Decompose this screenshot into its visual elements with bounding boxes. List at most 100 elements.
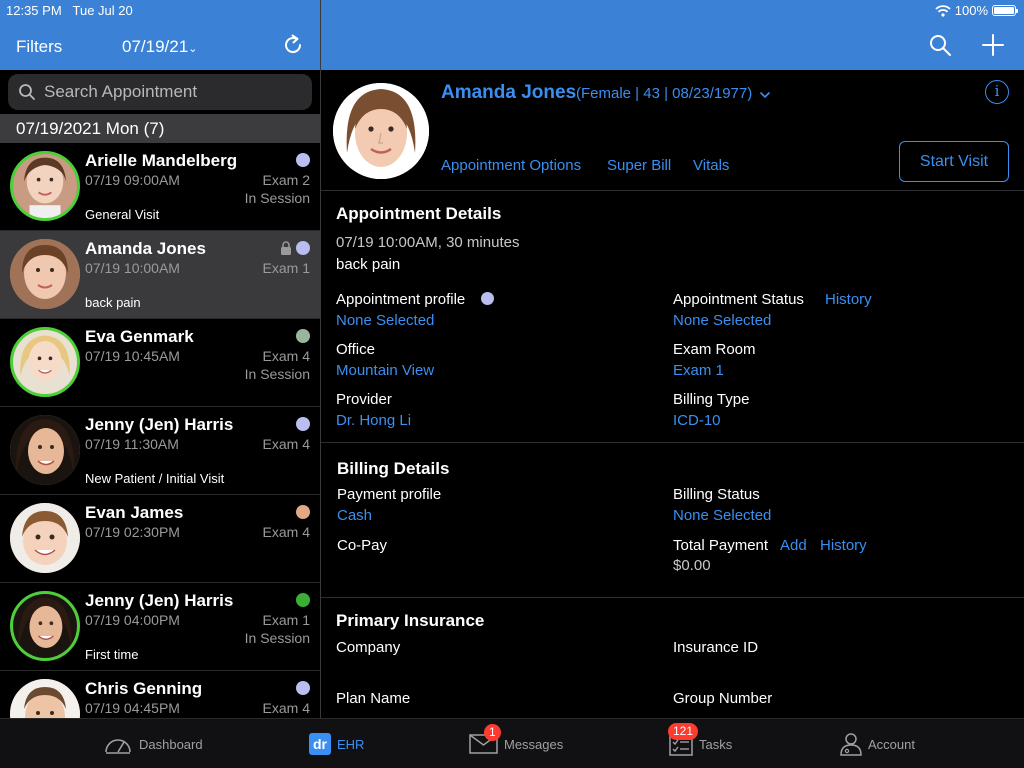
tab-ehr-label: EHR xyxy=(337,736,365,752)
office-value[interactable]: Mountain View xyxy=(336,362,434,379)
appointment-reason: New Patient / Initial Visit xyxy=(85,471,225,486)
total-payment-history-link[interactable]: History xyxy=(820,537,867,554)
chevron-down-icon[interactable] xyxy=(760,90,770,100)
appointment-details-title: Appointment Details xyxy=(336,204,502,223)
appointment-profile-label: Appointment profile xyxy=(336,291,466,308)
appointment-session: In Session xyxy=(244,366,310,382)
section-divider xyxy=(321,190,1024,191)
appointment-profile-dot xyxy=(481,292,494,305)
wifi-icon xyxy=(935,4,951,17)
appointment-options-link[interactable]: Appointment Options xyxy=(441,157,581,174)
office-label: Office xyxy=(336,341,375,358)
appointment-status-value[interactable]: None Selected xyxy=(673,312,771,329)
appointment-room: Exam 4 xyxy=(262,700,310,716)
appointment-session: In Session xyxy=(244,630,310,646)
section-divider xyxy=(321,597,1024,598)
appointment-row[interactable]: Jenny (Jen) Harris 07/19 04:00PM Exam 1 … xyxy=(0,583,320,671)
plan-name-label: Plan Name xyxy=(336,690,411,707)
billing-type-label: Billing Type xyxy=(673,391,750,408)
list-date-header: 07/19/2021 Mon (7) xyxy=(0,114,320,143)
billing-status-value[interactable]: None Selected xyxy=(673,507,771,524)
patient-avatar xyxy=(10,327,80,397)
search-icon[interactable] xyxy=(928,33,952,57)
insurance-id-label: Insurance ID xyxy=(673,639,759,656)
lock-icon xyxy=(281,241,291,255)
appointment-profile-value[interactable]: None Selected xyxy=(336,312,434,329)
date-filter-button[interactable]: 07/19/21⌄ xyxy=(122,37,197,57)
battery-icon xyxy=(992,5,1018,16)
vitals-link[interactable]: Vitals xyxy=(693,157,729,174)
tab-ehr[interactable]: dr EHR xyxy=(309,719,364,768)
messages-badge: 1 xyxy=(484,724,501,741)
refresh-icon[interactable] xyxy=(280,32,306,58)
appointment-reason-text: back pain xyxy=(336,256,401,273)
appointment-patient-name: Eva Genmark xyxy=(85,327,194,346)
patient-name[interactable]: Amanda Jones xyxy=(441,82,576,104)
tab-dashboard[interactable]: Dashboard xyxy=(103,719,203,768)
appointment-reason: back pain xyxy=(85,295,141,310)
tasks-badge: 121 xyxy=(668,723,699,740)
payment-profile-value[interactable]: Cash xyxy=(337,507,372,524)
copay-label: Co-Pay xyxy=(337,537,388,554)
exam-room-value[interactable]: Exam 1 xyxy=(673,362,724,379)
add-icon[interactable] xyxy=(981,33,1005,57)
info-icon[interactable]: i xyxy=(985,80,1009,104)
appointment-profile-dot xyxy=(296,681,310,695)
search-icon xyxy=(19,84,35,100)
appointment-room: Exam 1 xyxy=(262,260,310,276)
appointment-patient-name: Jenny (Jen) Harris xyxy=(85,591,234,610)
tab-account[interactable]: Account xyxy=(840,719,915,768)
appointment-row[interactable]: Chris Genning 07/19 04:45PM Exam 4 xyxy=(0,671,320,718)
appointment-profile-dot xyxy=(296,241,310,255)
tab-dashboard-label: Dashboard xyxy=(139,736,203,752)
search-appointment-input[interactable] xyxy=(44,82,304,102)
search-appointment-box[interactable] xyxy=(8,74,312,110)
super-bill-link[interactable]: Super Bill xyxy=(607,157,671,174)
appointment-reason: First time xyxy=(85,647,139,662)
insurance-company-label: Company xyxy=(336,639,401,656)
dashboard-gauge-icon xyxy=(105,739,131,754)
patient-avatar xyxy=(10,591,80,661)
patient-avatar xyxy=(10,503,80,573)
billing-status-label: Billing Status xyxy=(673,486,760,503)
tab-tasks-label: Tasks xyxy=(699,736,733,752)
appointment-session: In Session xyxy=(244,190,310,206)
total-payment-add-link[interactable]: Add xyxy=(780,537,807,554)
total-payment-value: $0.00 xyxy=(673,557,711,574)
tab-messages[interactable]: Messages xyxy=(469,719,563,768)
appointment-room: Exam 4 xyxy=(262,436,310,452)
appointment-time: 07/19 09:00AM xyxy=(85,172,180,188)
appointment-room: Exam 4 xyxy=(262,524,310,540)
patient-demographics[interactable]: (Female | 43 | 08/23/1977) xyxy=(576,85,752,102)
appointment-profile-dot xyxy=(296,505,310,519)
appointment-row[interactable]: Arielle Mandelberg 07/19 09:00AM Exam 2 … xyxy=(0,143,320,231)
section-divider xyxy=(321,442,1024,443)
patient-avatar xyxy=(10,239,80,309)
appointment-profile-dot xyxy=(296,417,310,431)
appointment-room: Exam 2 xyxy=(262,172,310,188)
appointment-status-label: Appointment Status xyxy=(673,291,804,308)
tab-account-label: Account xyxy=(868,736,915,752)
appointment-row[interactable]: Jenny (Jen) Harris 07/19 11:30AM Exam 4 … xyxy=(0,407,320,495)
battery-percent: 100% xyxy=(954,3,988,18)
patient-avatar xyxy=(10,151,80,221)
filters-button[interactable]: Filters xyxy=(16,37,62,57)
left-header: 12:35 PM Tue Jul 20 Filters 07/19/21⌄ xyxy=(0,0,320,70)
appointment-patient-name: Jenny (Jen) Harris xyxy=(85,415,234,434)
appointment-row[interactable]: Evan James 07/19 02:30PM Exam 4 xyxy=(0,495,320,583)
billing-type-value[interactable]: ICD-10 xyxy=(673,412,721,429)
primary-insurance-title: Primary Insurance xyxy=(336,611,485,630)
appointment-status-history-link[interactable]: History xyxy=(825,291,872,308)
appointment-patient-name: Chris Genning xyxy=(85,679,203,698)
appointment-row[interactable]: Eva Genmark 07/19 10:45AM Exam 4 In Sess… xyxy=(0,319,320,407)
ehr-icon: dr xyxy=(309,733,331,755)
provider-value[interactable]: Dr. Hong Li xyxy=(336,412,411,429)
payment-profile-label: Payment profile xyxy=(337,486,442,503)
billing-details-title: Billing Details xyxy=(337,459,450,478)
start-visit-button[interactable]: Start Visit xyxy=(899,141,1009,182)
appointment-room: Exam 4 xyxy=(262,348,310,364)
appointment-list-panel: 07/19/2021 Mon (7) Arielle Mandelberg 07… xyxy=(0,70,320,718)
appointment-datetime: 07/19 10:00AM, 30 minutes xyxy=(336,234,520,251)
appointment-patient-name: Evan James xyxy=(85,503,184,522)
appointment-row-selected[interactable]: Amanda Jones 07/19 10:00AM Exam 1 back p… xyxy=(0,231,320,319)
